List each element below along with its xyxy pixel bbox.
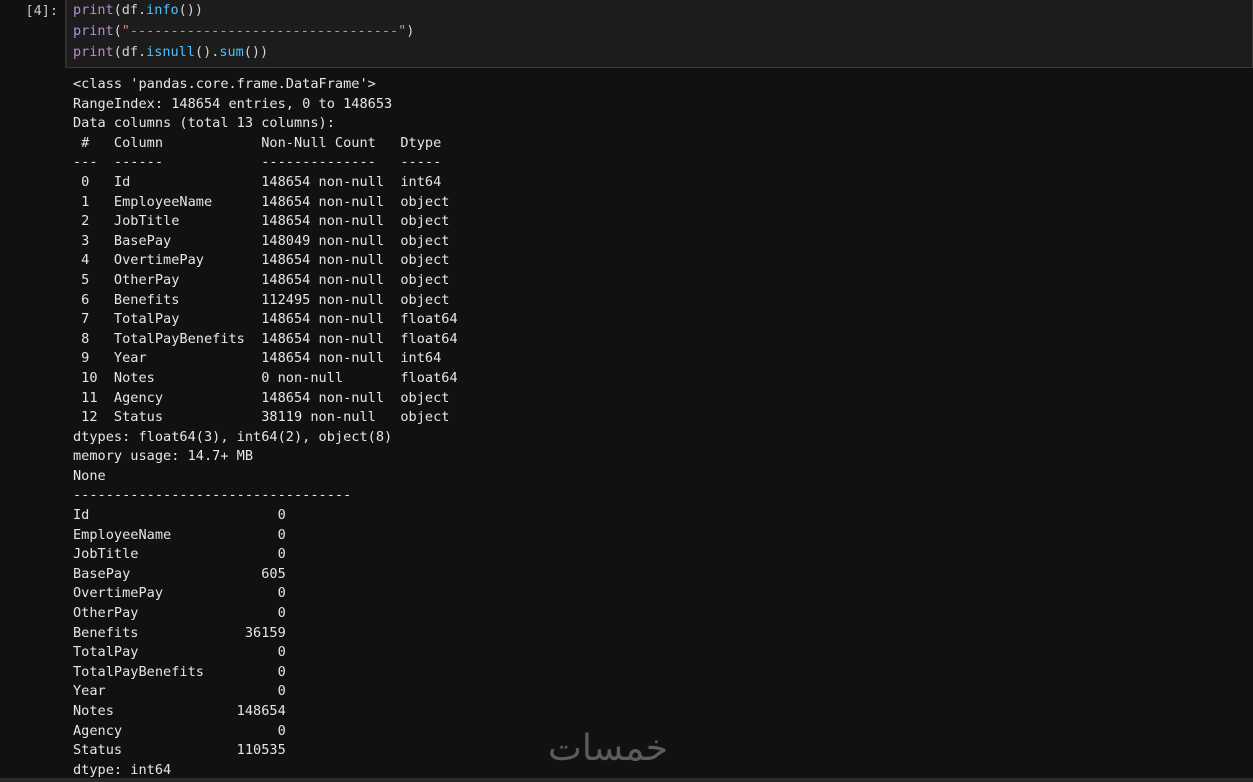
output-line: 5 OtherPay 148654 non-null object bbox=[73, 271, 458, 288]
code-token: print bbox=[73, 44, 114, 60]
code-token: ( bbox=[113, 23, 122, 39]
output-line: Notes 148654 bbox=[73, 703, 286, 719]
code-token: sum bbox=[219, 44, 244, 60]
output-line: OtherPay 0 bbox=[73, 605, 286, 622]
output-line: OvertimePay 0 bbox=[73, 585, 286, 602]
output-line: 1 EmployeeName 148654 non-null object bbox=[73, 193, 458, 210]
code-token: print bbox=[73, 23, 114, 39]
output-line: Status 110535 bbox=[73, 742, 286, 759]
execution-count-prompt: [4]: bbox=[25, 3, 58, 19]
output-line: Data columns (total 13 columns): bbox=[73, 115, 335, 132]
code-token: ()) bbox=[178, 2, 204, 18]
output-line: EmployeeName 0 bbox=[73, 526, 286, 543]
output-line: 7 TotalPay 148654 non-null float64 bbox=[73, 311, 458, 328]
output-line: TotalPay 0 bbox=[73, 644, 286, 661]
output-line: Id 0 bbox=[73, 507, 286, 524]
output-line: 8 TotalPayBenefits 148654 non-null float… bbox=[73, 330, 458, 347]
output-line: BasePay 605 bbox=[73, 565, 286, 582]
code-editor[interactable]: print(df.info()) print("-----------------… bbox=[73, 0, 414, 63]
code-token: (df. bbox=[113, 2, 147, 18]
output-line: 2 JobTitle 148654 non-null object bbox=[73, 213, 458, 230]
code-token: print bbox=[73, 2, 114, 18]
output-line: 11 Agency 148654 non-null object bbox=[73, 389, 458, 406]
cell-left-border bbox=[65, 0, 67, 68]
output-line: # Column Non-Null Count Dtype bbox=[73, 134, 458, 151]
output-line: JobTitle 0 bbox=[73, 546, 286, 563]
output-line: 6 Benefits 112495 non-null object bbox=[73, 291, 458, 308]
code-line: print("---------------------------------… bbox=[73, 21, 414, 42]
output-line: RangeIndex: 148654 entries, 0 to 148653 bbox=[73, 95, 393, 112]
output-line: 12 Status 38119 non-null object bbox=[73, 409, 458, 426]
output-line: 9 Year 148654 non-null int64 bbox=[73, 350, 458, 367]
cell-output: <class 'pandas.core.frame.DataFrame'> Ran… bbox=[73, 75, 458, 780]
output-line: 4 OvertimePay 148654 non-null object bbox=[73, 252, 458, 269]
output-line: None bbox=[73, 467, 106, 484]
code-token: ()) bbox=[243, 44, 269, 60]
watermark-logo: خمسات bbox=[548, 728, 669, 769]
horizontal-scrollbar[interactable] bbox=[0, 778, 1253, 782]
code-token: (). bbox=[194, 44, 220, 60]
output-line: 3 BasePay 148049 non-null object bbox=[73, 232, 458, 249]
code-token: ) bbox=[406, 23, 415, 39]
code-token: "---------------------------------" bbox=[121, 23, 407, 39]
output-line: TotalPayBenefits 0 bbox=[73, 663, 286, 680]
output-line: --- ------ -------------- ----- bbox=[73, 154, 458, 171]
code-token: (df. bbox=[113, 44, 147, 60]
output-line: Year 0 bbox=[73, 683, 286, 700]
notebook-page: [4]: print(df.info()) print("------------… bbox=[0, 0, 1253, 782]
output-line: 0 Id 148654 non-null int64 bbox=[73, 173, 458, 190]
output-line: dtypes: float64(3), int64(2), object(8) bbox=[73, 428, 393, 445]
code-line: print(df.info()) bbox=[73, 0, 414, 21]
output-line: <class 'pandas.core.frame.DataFrame'> bbox=[73, 76, 376, 92]
code-token: info bbox=[146, 2, 179, 18]
output-line: ---------------------------------- bbox=[73, 487, 352, 504]
code-token: isnull bbox=[146, 44, 195, 60]
output-line: memory usage: 14.7+ MB bbox=[73, 448, 254, 465]
output-line: Agency 0 bbox=[73, 722, 286, 739]
output-line: 10 Notes 0 non-null float64 bbox=[73, 369, 458, 386]
output-line: Benefits 36159 bbox=[73, 624, 286, 641]
code-line: print(df.isnull().sum()) bbox=[73, 42, 414, 63]
